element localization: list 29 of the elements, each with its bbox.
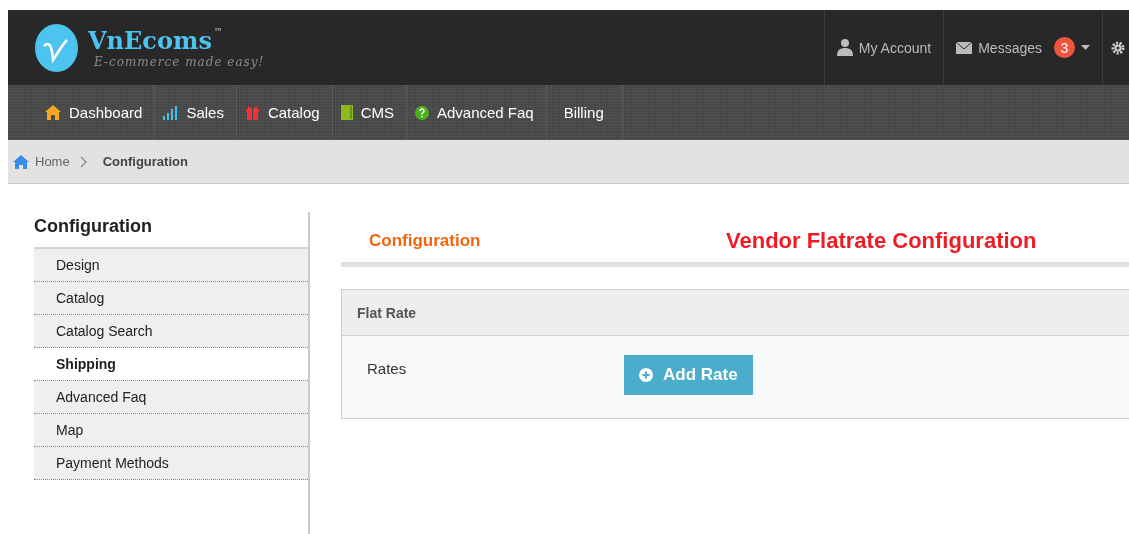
page-title: Vendor Flatrate Configuration: [726, 228, 1037, 254]
help-icon: [414, 105, 429, 120]
gift-icon: [244, 105, 260, 120]
trademark-mark: ™: [213, 26, 222, 36]
sidebar-item[interactable]: Map: [34, 414, 308, 447]
sidebar-item[interactable]: Catalog Search: [34, 315, 308, 348]
logo-icon: [35, 23, 78, 72]
section-title: Configuration: [369, 231, 482, 251]
breadcrumb-link[interactable]: Home: [35, 154, 70, 169]
logo-name: VnEcoms: [88, 26, 212, 55]
envelope-icon: [956, 41, 973, 54]
breadcrumb-current: Configuration: [102, 154, 188, 169]
sidebar-item[interactable]: Catalog: [34, 282, 308, 315]
home-icon: [45, 105, 61, 120]
chevron-right-icon: [79, 155, 87, 168]
home-icon: [13, 154, 29, 169]
person-icon: [836, 39, 853, 56]
tagline: E-commerce made easy!: [94, 55, 265, 69]
sidebar-item[interactable]: Advanced Faq: [34, 381, 308, 414]
book-icon: [340, 105, 353, 120]
field-label: Rates: [367, 359, 408, 377]
sidebar-item[interactable]: Design: [34, 249, 308, 282]
panel-title: Flat Rate: [357, 304, 417, 321]
sidebar-item[interactable]: Payment Methods: [34, 447, 308, 480]
message-count-badge: 3: [1054, 37, 1075, 58]
caret-icon: [1081, 45, 1090, 50]
signal-bars-icon: [163, 105, 179, 120]
settings-icon: [1111, 40, 1125, 55]
plus-circle-icon: [639, 368, 653, 382]
